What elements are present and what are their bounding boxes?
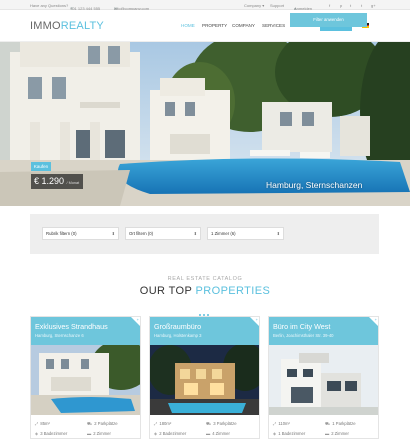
bathroom-value: 1 Badezimmer [278,431,306,436]
card-header: Exklusives Strandhaus Hamburg, Sternscha… [31,317,140,345]
nav-home[interactable]: HOME [181,23,195,28]
nav-property[interactable]: PROPERTY [202,23,227,28]
parking-value: 3 Parkplätze [213,421,237,426]
section-title-part2: PROPERTIES [195,285,271,297]
slider-dot-3[interactable] [206,208,209,211]
twitter-icon[interactable]: t [350,3,351,8]
bath-icon: ◈ [154,431,158,436]
section-title-part1: OUR TOP [139,285,193,297]
area-icon: ⤢ [35,421,39,426]
section-subtitle: REAL ESTATE CATALOG [167,276,243,282]
rooms-select-value: 1 Zimmer (6) [211,231,236,236]
search-filter-bar: Rubrik filtern (0) ⬍ Ort filtern (0) ⬍ 1… [30,214,379,254]
car-icon: ⛟ [325,421,331,426]
bookmark-icon[interactable]: + [256,317,258,322]
bookmark-icon[interactable]: + [137,317,139,322]
area-feature: ⤢ 180m² [154,421,171,426]
chevron-icon: ⬍ [193,231,197,236]
location-select-value: Ort filtern (0) [129,231,154,236]
logo-text-2: REALTY [60,20,104,32]
area-icon: ⤢ [273,421,277,426]
area-feature: ⤢ 110m² [273,421,290,426]
parking-value: 2 Parkplätze [94,421,118,426]
card-address: Hamburg, Sternschanze 6 [35,333,84,338]
company-dropdown[interactable]: Company ▾ [244,3,264,8]
slider-dot-2[interactable] [200,208,203,211]
hero-price-value: € 1.290 [34,176,65,186]
chevron-icon: ⬍ [276,231,280,236]
section-title: OUR TOP PROPERTIES [0,285,410,297]
bathroom-feature: ◈ 2 Badezimmer [154,431,186,436]
parking-value: 1 Parkplätze [332,421,356,426]
property-card[interactable]: Großraumbüro Hamburg, Holstenkamp 3 + ⤢ 1… [149,316,260,439]
hero-location: Hamburg, Sternschanzen [266,180,363,190]
card-title[interactable]: Büro im City West [273,322,330,331]
area-icon: ⤢ [154,421,158,426]
facebook-icon[interactable]: f [329,3,330,8]
card-header: Großraumbüro Hamburg, Holstenkamp 3 [150,317,259,345]
bed-icon: ▬ [206,431,211,436]
rooms-feature: ▬ 2 Zimmer [87,431,111,436]
filter-apply-button[interactable]: Filter anwenden [290,13,367,27]
rooms-feature: ▬ 2 Zimmer [325,431,349,436]
bathroom-feature: ◈ 3 Badezimmer [35,431,67,436]
property-image[interactable] [269,345,379,415]
bed-icon: ▬ [87,431,92,436]
parking-feature: ⛟ 2 Parkplätze [87,421,118,427]
questions-text: Have any Questions? [30,3,69,8]
property-card[interactable]: Exklusives Strandhaus Hamburg, Sternscha… [30,316,141,439]
location-select[interactable]: Ort filtern (0) ⬍ [125,227,201,240]
rooms-select[interactable]: 1 Zimmer (6) ⬍ [207,227,284,240]
nav-services[interactable]: SERVICES [262,23,285,28]
hero-price-unit: / Monat [66,181,80,185]
area-value: 110m² [278,421,290,426]
car-icon: ⛟ [206,421,212,426]
category-select[interactable]: Rubrik filtern (0) ⬍ [42,227,119,240]
support-link[interactable]: Support [270,3,284,8]
tumblr-icon[interactable]: t [361,3,362,8]
category-select-value: Rubrik filtern (0) [46,231,77,236]
rooms-value: 2 Zimmer [93,431,111,436]
property-image[interactable] [31,345,141,415]
parking-feature: ⛟ 1 Parkplätze [325,421,356,427]
pinterest-icon[interactable]: p [340,3,342,8]
chevron-icon: ⬍ [111,231,115,236]
bathroom-value: 3 Badezimmer [40,431,68,436]
card-address: Hamburg, Holstenkamp 3 [154,333,202,338]
area-value: 85m² [40,421,50,426]
area-feature: ⤢ 85m² [35,421,50,426]
bath-icon: ◈ [35,431,39,436]
bed-icon: ▬ [325,431,330,436]
logo-text-1: IMMO [30,20,61,32]
card-title[interactable]: Exklusives Strandhaus [35,322,108,331]
top-info-bar: Have any Questions? ✆ +01 123 444 555 ✉ … [0,0,410,11]
bathroom-value: 2 Badezimmer [159,431,187,436]
parking-feature: ⛟ 3 Parkplätze [206,421,237,427]
card-header: Büro im City West Berlin, Joachimsthaler… [269,317,378,345]
rooms-value: 2 Zimmer [331,431,349,436]
nav-company[interactable]: COMPANY [232,23,255,28]
area-value: 180m² [159,421,172,426]
property-image[interactable] [150,345,260,415]
bath-icon: ◈ [273,431,277,436]
bathroom-feature: ◈ 1 Badezimmer [273,431,305,436]
car-icon: ⛟ [87,421,93,426]
site-logo[interactable]: IMMOREALTY [30,20,104,32]
card-title[interactable]: Großraumbüro [154,322,201,331]
googleplus-icon[interactable]: g+ [371,3,376,8]
card-address: Berlin, Joachimsthaler Str. 39-40 [273,333,334,338]
rooms-feature: ▬ 4 Zimmer [206,431,230,436]
hero-price: € 1.290 / Monat [31,174,83,189]
property-card[interactable]: Büro im City West Berlin, Joachimsthaler… [268,316,379,439]
hero-tag-badge: Kaufen [31,162,51,171]
bookmark-icon[interactable]: + [375,317,377,322]
slider-dot-1[interactable] [194,208,197,211]
rooms-value: 4 Zimmer [212,431,230,436]
